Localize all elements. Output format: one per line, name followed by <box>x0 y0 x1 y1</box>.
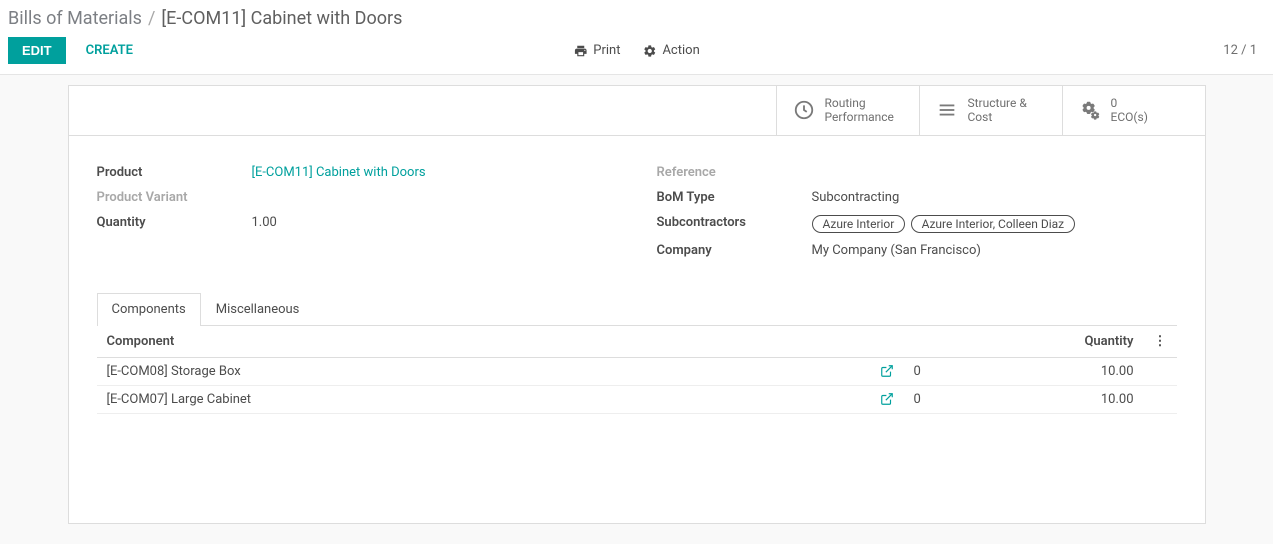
stat-routing-performance[interactable]: Routing Performance <box>776 86 919 135</box>
table-row[interactable]: [E-COM08] Storage Box 0 10.00 <box>97 357 1177 385</box>
value-subcontractors: Azure Interior Azure Interior, Colleen D… <box>812 215 1078 233</box>
stat-routing-line2: Performance <box>825 110 894 124</box>
clock-icon <box>793 99 815 121</box>
row-mid-value: 0 <box>904 357 1024 385</box>
row-quantity: 10.00 <box>1024 357 1144 385</box>
external-link-icon[interactable] <box>880 392 894 406</box>
value-product[interactable]: [E-COM11] Cabinet with Doors <box>252 165 426 180</box>
external-link-icon[interactable] <box>880 364 894 378</box>
value-quantity: 1.00 <box>252 215 277 230</box>
subcontractor-tag[interactable]: Azure Interior, Colleen Diaz <box>911 215 1076 233</box>
print-icon <box>573 44 587 58</box>
label-bom-type: BoM Type <box>657 190 812 205</box>
print-button[interactable]: Print <box>573 43 620 58</box>
stat-ecos[interactable]: 0 ECO(s) <box>1062 86 1205 135</box>
gear-icon <box>642 44 656 58</box>
table-row[interactable]: [E-COM07] Large Cabinet 0 10.00 <box>97 385 1177 413</box>
value-company: My Company (San Francisco) <box>812 243 981 258</box>
action-label: Action <box>662 43 699 58</box>
label-product: Product <box>97 165 252 180</box>
breadcrumb-current: [E-COM11] Cabinet with Doors <box>161 8 402 29</box>
stat-ecos-count: 0 <box>1111 96 1148 110</box>
breadcrumb: Bills of Materials / [E-COM11] Cabinet w… <box>8 8 402 29</box>
tab-components[interactable]: Components <box>97 293 201 325</box>
row-quantity: 10.00 <box>1024 385 1144 413</box>
stat-structure-line1: Structure & <box>968 96 1027 110</box>
row-component-name: [E-COM07] Large Cabinet <box>97 385 864 413</box>
row-component-name: [E-COM08] Storage Box <box>97 357 864 385</box>
stat-structure-cost[interactable]: Structure & Cost <box>919 86 1062 135</box>
value-bom-type: Subcontracting <box>812 190 900 205</box>
kebab-menu[interactable]: ⋮ <box>1144 326 1177 358</box>
gears-icon <box>1079 99 1101 121</box>
stat-ecos-label: ECO(s) <box>1111 110 1148 124</box>
list-icon <box>936 99 958 121</box>
pager[interactable]: 12 / 1 <box>1223 43 1257 58</box>
print-label: Print <box>593 43 620 58</box>
row-mid-value: 0 <box>904 385 1024 413</box>
subcontractor-tag[interactable]: Azure Interior <box>812 215 906 233</box>
label-product-variant: Product Variant <box>97 190 252 205</box>
tab-miscellaneous[interactable]: Miscellaneous <box>201 293 315 325</box>
breadcrumb-separator: / <box>148 8 155 29</box>
create-button[interactable]: CREATE <box>86 43 133 58</box>
col-quantity[interactable]: Quantity <box>1024 326 1144 358</box>
label-reference: Reference <box>657 165 812 180</box>
breadcrumb-root[interactable]: Bills of Materials <box>8 8 142 29</box>
form-sheet: Routing Performance Structure & Cost 0 E… <box>68 85 1206 524</box>
label-quantity: Quantity <box>97 215 252 230</box>
label-company: Company <box>657 243 812 258</box>
action-button[interactable]: Action <box>642 43 699 58</box>
edit-button[interactable]: EDIT <box>8 37 66 64</box>
col-component[interactable]: Component <box>97 326 864 358</box>
stat-routing-line1: Routing <box>825 96 894 110</box>
label-subcontractors: Subcontractors <box>657 215 812 230</box>
stat-structure-line2: Cost <box>968 110 1027 124</box>
